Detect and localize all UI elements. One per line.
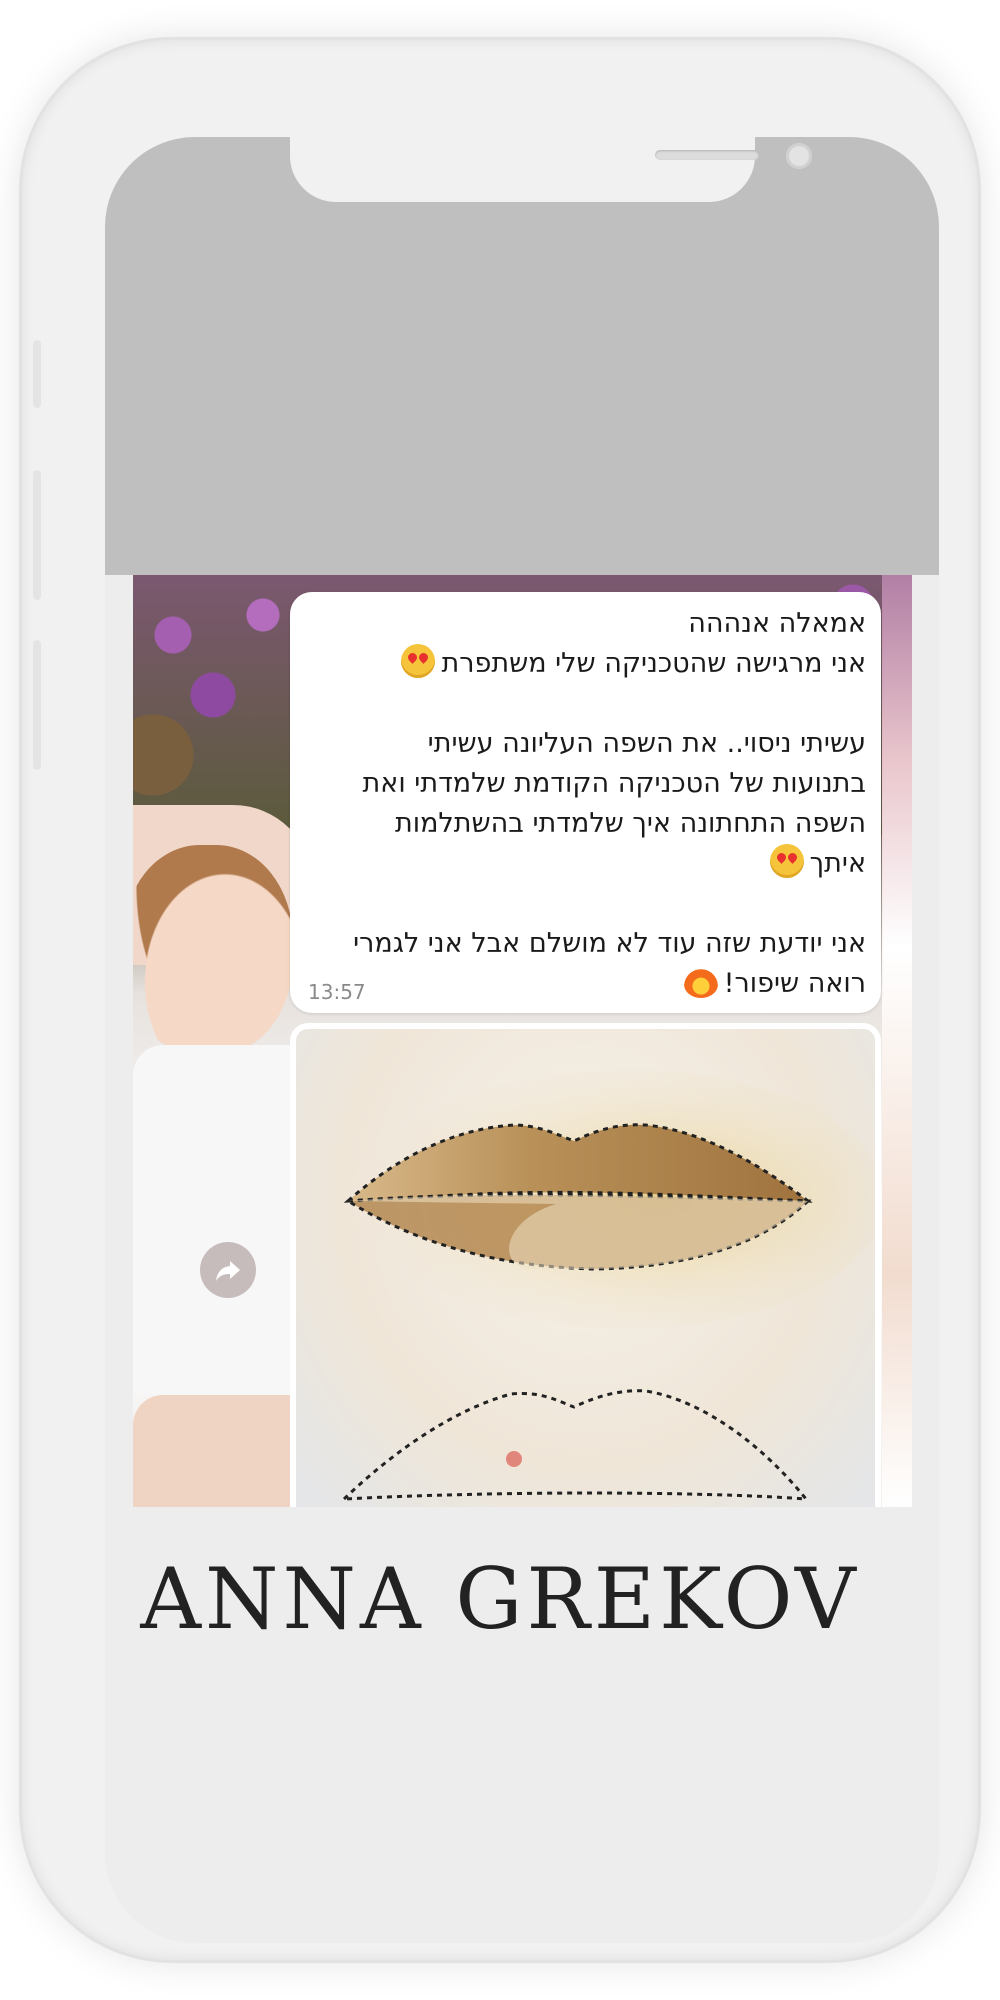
message-line: אני מרגישה שהטכניקה שלי משתפרת [306, 644, 866, 684]
message-text: אמאלה אנההה אני מרגישה שהטכניקה שלי משתפ… [306, 604, 866, 1004]
brand-name: ANNA GREKOV [140, 1550, 860, 1648]
message-line-text: אני מרגישה שהטכניקה שלי משתפרת [441, 648, 866, 679]
forward-button[interactable] [200, 1242, 256, 1298]
screen-top-area [105, 137, 939, 575]
message-line: עשיתי ניסוי.. את השפה העליונה עשיתי [427, 728, 866, 759]
fire-icon [683, 964, 718, 998]
message-line-text: רואה שיפור! [723, 968, 866, 999]
lip-practice-image [296, 1029, 875, 1507]
phone-notch [290, 137, 812, 202]
phone-volume-down-button [33, 640, 41, 770]
smiling-face-with-heart-eyes-icon [769, 844, 804, 878]
phone-volume-up-button [33, 470, 41, 600]
phone-screen: אמאלה אנההה אני מרגישה שהטכניקה שלי משתפ… [105, 137, 939, 1943]
chat-message-bubble[interactable]: אמאלה אנההה אני מרגישה שהטכניקה שלי משתפ… [290, 592, 881, 1013]
message-line: השפה התחתונה איך שלמדתי בהשתלמות [394, 808, 866, 839]
message-line: רואה שיפור! [306, 964, 866, 1004]
smiling-face-with-heart-eyes-icon [401, 644, 436, 678]
phone-side-button [33, 340, 41, 408]
lips-drawing [340, 1069, 875, 1501]
message-line: איתך [306, 844, 866, 884]
chat-background-photo: אמאלה אנההה אני מרגישה שהטכניקה שלי משתפ… [133, 575, 912, 1507]
message-line-text: איתך [809, 848, 866, 879]
message-timestamp: 13:57 [308, 980, 366, 1004]
second-lips-outline [340, 1389, 810, 1501]
chat-image-message[interactable] [290, 1023, 881, 1507]
message-line: אמאלה אנההה [688, 608, 866, 639]
message-line: אני יודעת שזה עוד לא מושלם אבל אני לגמרי [353, 928, 866, 959]
speaker-icon [655, 150, 759, 160]
front-camera-icon [786, 143, 812, 169]
message-line: בתנועות של הטכניקה הקודמת שלמדתי ואת [362, 768, 866, 799]
phone-mockup: אמאלה אנההה אני מרגישה שהטכניקה שלי משתפ… [22, 40, 978, 1960]
forward-arrow-icon [216, 1261, 240, 1281]
photo-child-face [133, 845, 293, 1055]
photo-right-edge [882, 575, 912, 1507]
